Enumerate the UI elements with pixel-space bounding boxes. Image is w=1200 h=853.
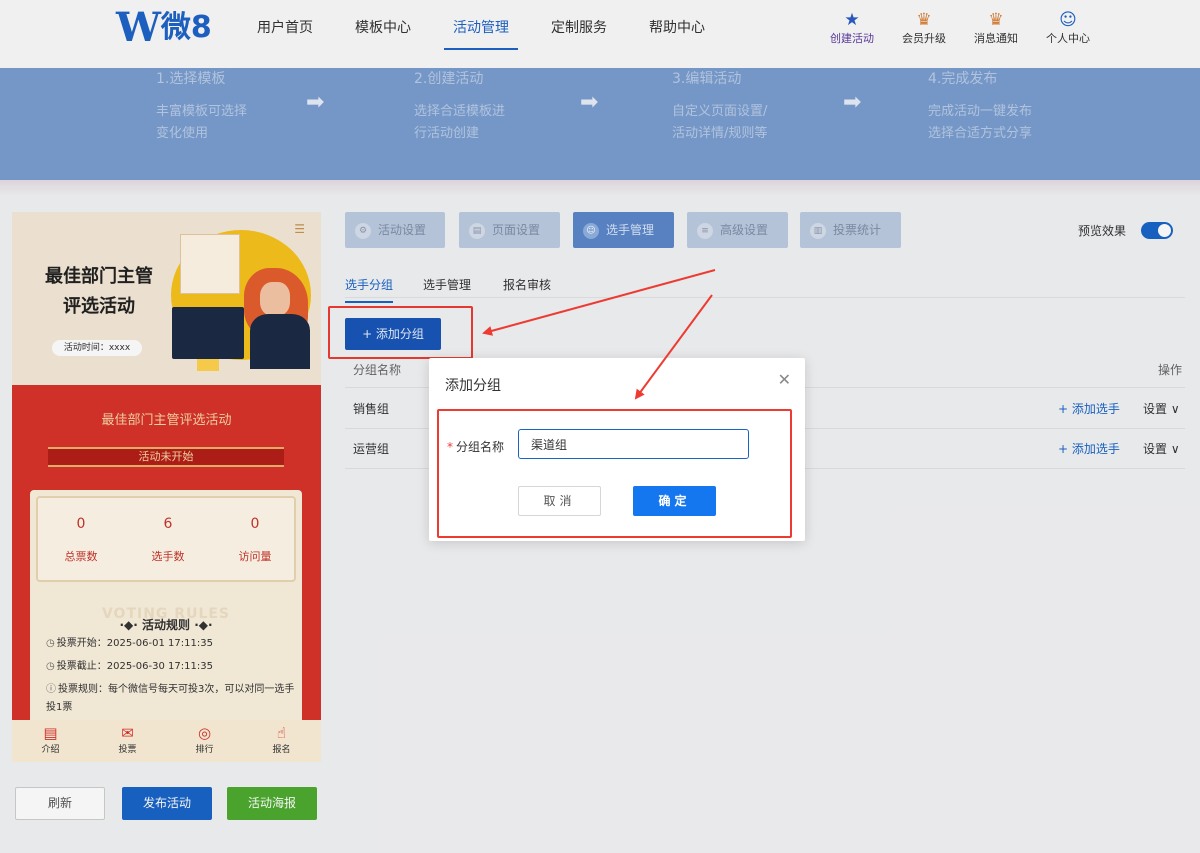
highlight-box-dialog-form xyxy=(437,409,792,538)
close-icon[interactable]: ✕ xyxy=(778,370,791,389)
dialog-title: 添加分组 xyxy=(445,378,501,394)
